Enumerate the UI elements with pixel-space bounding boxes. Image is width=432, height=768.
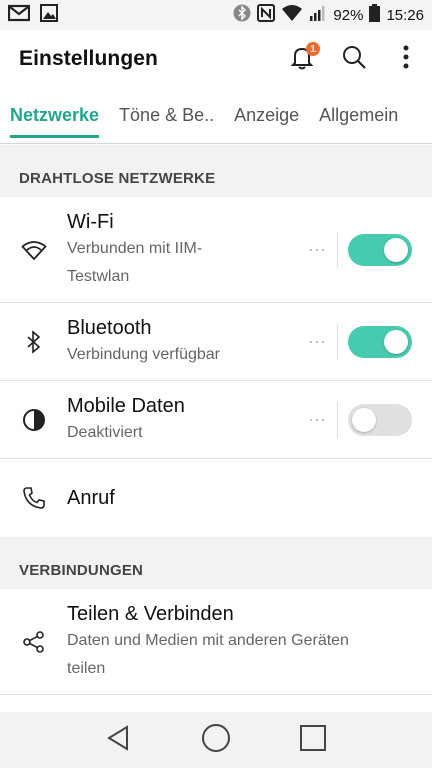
list-item-mobile-data[interactable]: Mobile Daten Deaktiviert ··· [0,381,432,459]
tab-netzwerke[interactable]: Netzwerke [0,88,109,143]
overflow-menu-icon [403,44,409,75]
home-button[interactable] [196,720,236,760]
tab-allgemein[interactable]: Allgemein [309,88,408,143]
wifi-icon [281,4,303,26]
recents-icon [299,724,327,757]
mobile-data-toggle[interactable] [348,403,412,436]
list-item-share-connect[interactable]: Teilen & Verbinden Daten und Medien mit … [0,589,432,695]
mobile-data-title: Mobile Daten [67,394,185,417]
divider [337,231,338,268]
status-bar: 92% 15:26 [0,0,432,30]
list-item-wifi[interactable]: Wi-Fi Verbunden mit IIM- Testwlan ··· [0,197,432,303]
app-bar: Einstellungen 1 [0,30,432,88]
search-icon [341,44,367,75]
wifi-title: Wi-Fi [67,210,114,233]
gmail-icon [7,4,31,27]
clock: 15:26 [386,6,424,24]
settings-list[interactable]: DRAHTLOSE NETZWERKE Wi-Fi Verbunden mit … [0,145,432,712]
share-connect-title: Teilen & Verbinden [67,602,234,625]
divider [337,323,338,360]
phone-icon [20,484,48,512]
battery-icon [369,4,381,26]
more-dots-icon[interactable]: ··· [307,409,327,430]
list-item-anruf[interactable]: Anruf [0,459,432,537]
share-connect-subtitle-line1: Daten und Medien mit anderen Geräten [67,631,349,649]
bluetooth-icon [20,328,48,356]
wifi-icon [20,236,48,264]
wifi-subtitle-line2: Testwlan [67,267,130,285]
back-button[interactable] [99,720,139,760]
mobile-data-subtitle: Deaktiviert [67,423,143,441]
wifi-subtitle-line1: Verbunden mit IIM- [67,239,203,257]
share-connect-subtitle-line2: teilen [67,659,106,677]
home-icon [201,723,231,758]
divider [337,401,338,438]
bluetooth-title: Bluetooth [67,316,152,339]
recents-button[interactable] [293,720,333,760]
notifications-button[interactable]: 1 [276,30,328,88]
page-title: Einstellungen [19,47,158,70]
overflow-menu-button[interactable] [380,30,432,88]
more-dots-icon[interactable]: ··· [307,331,327,352]
back-icon [105,724,133,757]
anruf-title: Anruf [67,487,115,509]
nfc-icon [257,4,276,26]
notification-badge: 1 [306,42,320,56]
tab-bar: Netzwerke Töne & Be.. Anzeige Allgemein [0,88,432,144]
navigation-bar [0,712,432,768]
bluetooth-icon [233,4,251,26]
search-button[interactable] [328,30,380,88]
tab-toene[interactable]: Töne & Be.. [109,88,224,143]
bluetooth-subtitle: Verbindung verfügbar [67,345,220,363]
signal-icon [309,4,327,26]
tab-anzeige[interactable]: Anzeige [224,88,309,143]
wifi-toggle[interactable] [348,233,412,266]
bluetooth-toggle[interactable] [348,325,412,358]
section-header-wireless: DRAHTLOSE NETZWERKE [0,145,432,197]
share-icon [20,628,48,656]
list-item-bluetooth[interactable]: Bluetooth Verbindung verfügbar ··· [0,303,432,381]
battery-percent: 92% [333,6,364,24]
more-dots-icon[interactable]: ··· [307,239,327,260]
section-header-connections: VERBINDUNGEN [0,537,432,589]
gallery-icon [40,3,58,27]
mobile-data-icon [20,406,48,434]
